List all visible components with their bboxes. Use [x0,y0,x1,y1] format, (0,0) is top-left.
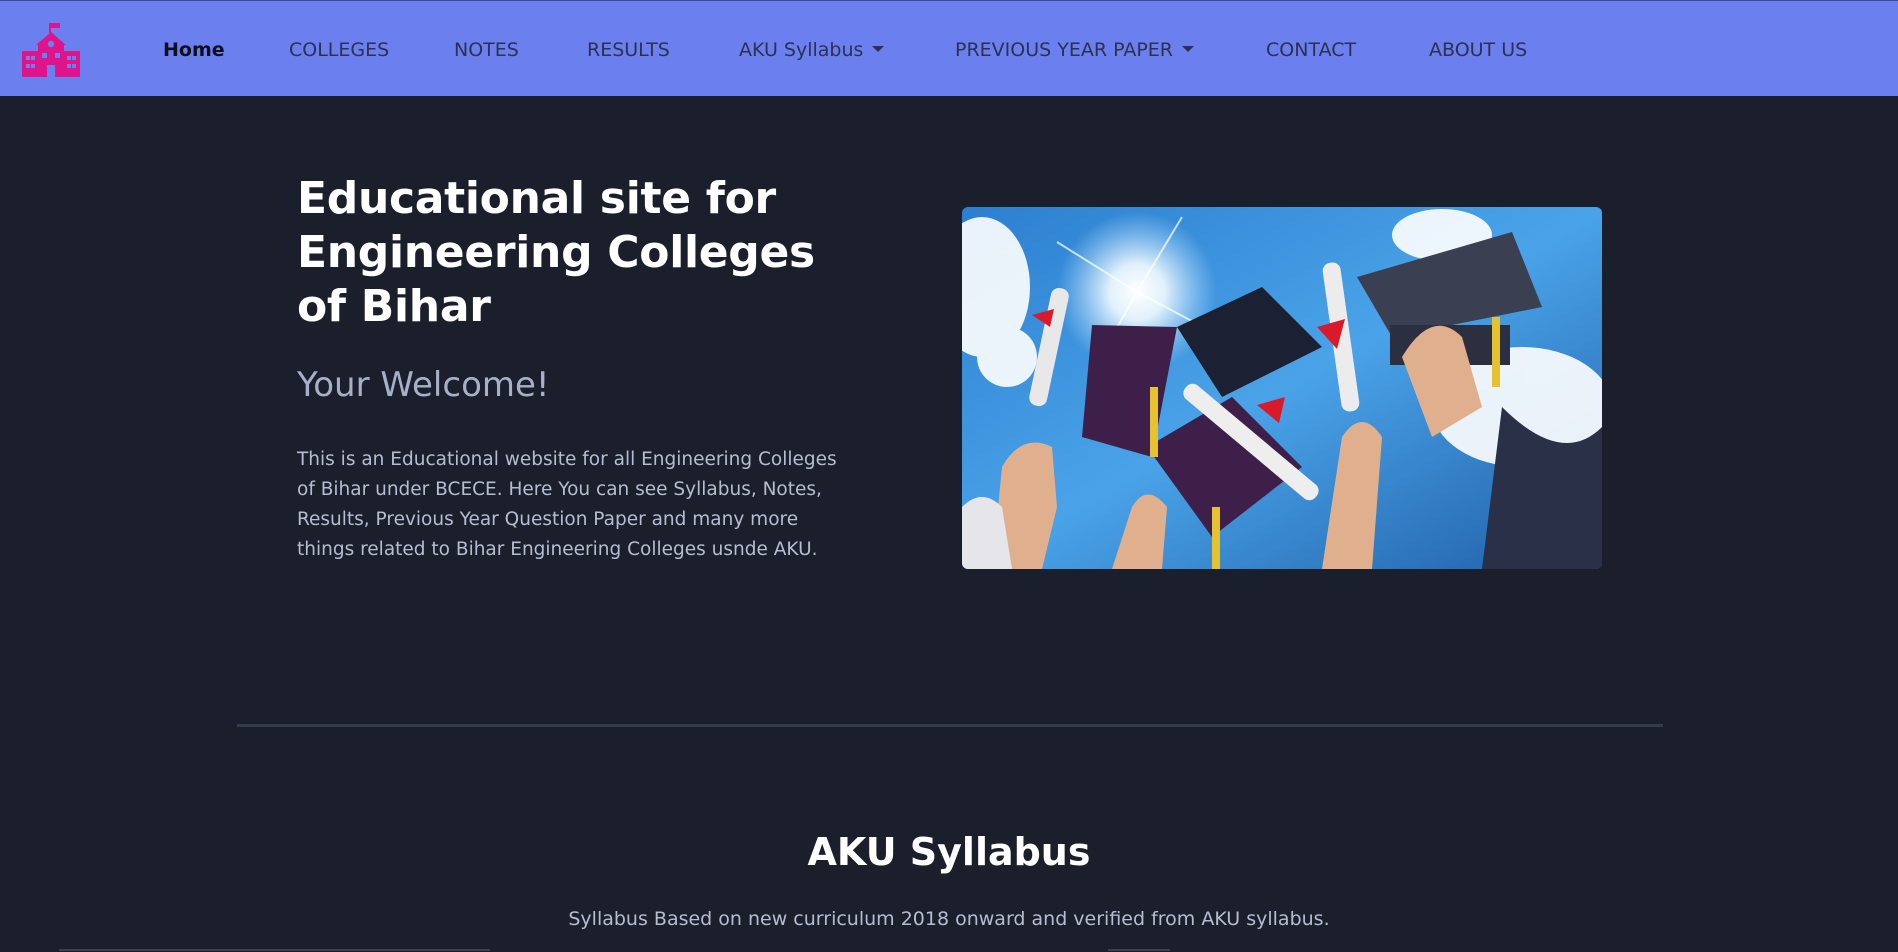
nav-label: COLLEGES [289,39,390,61]
nav-label: AKU Syllabus [739,39,864,61]
hero-subtitle: Your Welcome! [297,365,550,405]
nav-label: PREVIOUS YEAR PAPER [955,39,1173,61]
nav-notes[interactable]: NOTES [454,39,519,61]
nav-label: ABOUT US [1429,39,1528,61]
nav-results[interactable]: RESULTS [587,39,670,61]
section-title-aku-syllabus: AKU Syllabus [807,830,1091,874]
section-description: Syllabus Based on new curriculum 2018 on… [568,908,1330,930]
nav-about-us[interactable]: ABOUT US [1429,39,1527,61]
caret-down-icon [872,46,885,52]
nav-colleges[interactable]: COLLEGES [289,39,389,61]
nav-label: CONTACT [1266,39,1357,61]
top-navbar: Home COLLEGES NOTES RESULTS AKU Syllabus… [0,0,1898,96]
nav-previous-year-paper-dropdown[interactable]: PREVIOUS YEAR PAPER [955,39,1194,61]
nav-label: NOTES [454,39,519,61]
caret-down-icon [1181,46,1194,52]
section-divider [237,724,1663,727]
syllabus-card-top-edge [59,949,490,951]
nav-aku-syllabus-dropdown[interactable]: AKU Syllabus [739,39,885,61]
hero-title: Educational site for Engineering College… [297,173,815,332]
graduation-hero-image [962,207,1602,569]
school-building-icon[interactable] [20,23,82,77]
nav-home[interactable]: Home [163,39,225,61]
syllabus-card-top-edge [1108,949,1170,951]
nav-label: RESULTS [587,39,670,61]
nav-contact[interactable]: CONTACT [1266,39,1356,61]
hero-description: This is an Educational website for all E… [297,449,837,560]
nav-label: Home [163,39,225,61]
